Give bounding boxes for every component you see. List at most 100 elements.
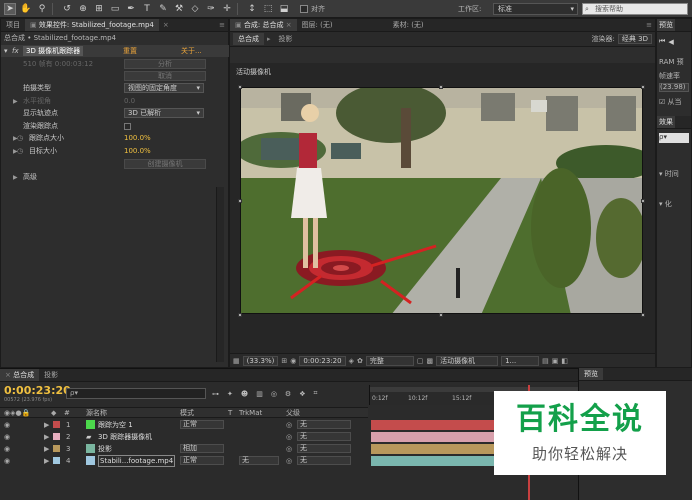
region-icon[interactable]: ▢	[417, 357, 424, 365]
close-icon[interactable]: ×	[286, 21, 292, 29]
axis-view-icon[interactable]: ⬓	[278, 3, 290, 15]
workspace-select[interactable]: 标准 ▾	[493, 3, 578, 15]
hand-tool-icon[interactable]: ✋	[20, 3, 32, 15]
label-color-swatch[interactable]	[53, 433, 60, 440]
blend-mode-select[interactable]: 正常	[180, 420, 224, 429]
label-color-swatch[interactable]	[53, 445, 60, 452]
axis-local-icon[interactable]: ↕	[246, 3, 258, 15]
tab-effect-controls[interactable]: ▣ 效果控件: Stabilized_footage.mp4	[25, 19, 159, 31]
shot-type-select[interactable]: 视图的固定角度 ▾	[124, 83, 204, 93]
transform-handle[interactable]	[439, 85, 443, 89]
text-tool-icon[interactable]: T	[141, 3, 153, 15]
reset-link[interactable]: 重置	[123, 46, 137, 56]
pickwhip-icon[interactable]: ◎	[286, 419, 292, 431]
transform-handle[interactable]	[641, 85, 645, 89]
show-track-select[interactable]: 3D 已解析 ▾	[124, 108, 204, 118]
chart-icon[interactable]: ⌗	[313, 389, 317, 398]
parent-select[interactable]: 无	[297, 432, 351, 441]
expand-triangle-icon[interactable]: ▶	[44, 455, 49, 467]
chevron-down-icon[interactable]: ▾	[4, 47, 8, 55]
shy-layers-icon[interactable]: ☻	[241, 390, 248, 398]
roto-brush-tool-icon[interactable]: ✑	[205, 3, 217, 15]
zoom-select[interactable]: (33.3%)	[242, 355, 279, 366]
zoom-tool-icon[interactable]: ⚲	[36, 3, 48, 15]
stopwatch-icon[interactable]: ◷	[17, 147, 23, 155]
composition-viewer[interactable]: 活动摄像机	[230, 63, 655, 353]
rectangle-tool-icon[interactable]: ▭	[109, 3, 121, 15]
transform-handle[interactable]	[641, 199, 645, 203]
visibility-eye-icon[interactable]: ◉	[4, 431, 10, 443]
layer-row[interactable]: ◉ ▶ 4 Stabili...footage.mp4 正常 无 ◎ 无	[0, 455, 368, 467]
layer-row[interactable]: ◉ ▶ 1 跟踪为空 1 正常 ◎ 无	[0, 419, 368, 431]
subtab-main-comp[interactable]: 总合成	[233, 33, 264, 45]
tab-layer[interactable]: 图层: (无)	[297, 19, 338, 31]
close-icon[interactable]: ×	[5, 371, 11, 379]
visibility-eye-icon[interactable]: ◉	[4, 455, 10, 467]
layer-row[interactable]: ◉ ▶ 3 投影 相加 ◎ 无	[0, 443, 368, 455]
brush-tool-icon[interactable]: ✎	[157, 3, 169, 15]
tab-preview[interactable]: 预览	[657, 19, 675, 31]
effect-header-row[interactable]: ▾ fx 3D 摄像机跟踪器 重置 关于...	[1, 45, 230, 57]
render-track-checkbox[interactable]	[124, 122, 131, 130]
tab-preview-bottom[interactable]: 预览	[579, 368, 603, 380]
subtab-shadow[interactable]: 投影	[274, 33, 298, 45]
eraser-tool-icon[interactable]: ◇	[189, 3, 201, 15]
visibility-eye-icon[interactable]: ◉	[4, 419, 10, 431]
safe-zones-icon[interactable]: ⊞	[281, 357, 287, 365]
grid-icon[interactable]: ▦	[233, 357, 240, 365]
pen-tool-icon[interactable]: ✒	[125, 3, 137, 15]
transform-handle[interactable]	[641, 313, 645, 317]
search-help-input[interactable]: ⌕ 搜索帮助	[582, 3, 688, 15]
blend-mode-select[interactable]: 正常	[180, 456, 224, 465]
pickwhip-icon[interactable]: ◎	[286, 431, 292, 443]
layer-name[interactable]: Stabili...footage.mp4	[98, 455, 176, 467]
cancel-button[interactable]: 取消	[124, 71, 206, 81]
layer-name[interactable]: 跟踪为空 1	[98, 419, 133, 431]
transform-handle[interactable]	[238, 313, 242, 317]
view-layout-select[interactable]: 1...	[501, 355, 540, 366]
effects-search-input[interactable]: ρ▾	[659, 133, 689, 143]
time-category[interactable]: ▾ 时间	[659, 169, 679, 179]
parent-select[interactable]: 无	[297, 444, 351, 453]
stopwatch-icon[interactable]: ◷	[17, 134, 23, 142]
puppet-tool-icon[interactable]: ✛	[221, 3, 233, 15]
layer-search-input[interactable]: ρ▾	[66, 388, 206, 399]
camera-snapshot-icon[interactable]: ◉	[290, 357, 296, 365]
effect-panel-scrollbar[interactable]	[216, 187, 224, 362]
transform-handle[interactable]	[238, 85, 242, 89]
tab-timeline-shadow[interactable]: 投影	[39, 369, 63, 381]
clone-tool-icon[interactable]: ⚒	[173, 3, 185, 15]
blend-mode-select[interactable]: 相加	[180, 444, 224, 453]
flowchart-icon[interactable]: ▣	[552, 357, 559, 365]
expand-triangle-icon[interactable]: ▶	[13, 174, 18, 181]
expand-triangle-icon[interactable]: ▶	[44, 431, 49, 443]
renderer-button[interactable]: 经典 3D	[617, 34, 652, 44]
transform-handle[interactable]	[439, 313, 443, 317]
parent-select[interactable]: 无	[297, 420, 351, 429]
expand-triangle-icon[interactable]: ▶	[13, 98, 18, 105]
pickwhip-icon[interactable]: ◎	[286, 455, 292, 467]
pan-behind-tool-icon[interactable]: ⊞	[93, 3, 105, 15]
transition-category[interactable]: ▾ 化	[659, 199, 672, 209]
create-camera-button[interactable]: 创建摄像机	[124, 159, 206, 169]
brainstorm-icon[interactable]: ❖	[299, 390, 305, 398]
framerate-field[interactable]: (23.98)	[659, 83, 689, 92]
align-checkbox[interactable]	[300, 4, 308, 13]
tab-project[interactable]: 项目	[1, 19, 25, 31]
frame-blending-icon[interactable]: ▥	[256, 390, 263, 398]
draft-3d-icon[interactable]: ✦	[227, 390, 233, 398]
camera-tool-icon[interactable]: ⊕	[77, 3, 89, 15]
view-camera-select[interactable]: 活动摄像机	[436, 355, 499, 366]
layer-name[interactable]: 3D 跟踪器摄像机	[98, 431, 152, 443]
panel-menu-icon[interactable]: ≡	[646, 21, 652, 29]
comp-mini-flowchart-icon[interactable]: ⊶	[212, 390, 219, 398]
tab-effects-presets[interactable]: 效果	[657, 116, 675, 128]
video-frame[interactable]	[240, 87, 643, 314]
track-size-value[interactable]: 100.0%	[124, 134, 151, 142]
label-color-swatch[interactable]	[53, 457, 60, 464]
first-frame-icon[interactable]: ⏮	[659, 37, 665, 46]
fast-preview-icon[interactable]: ◧	[561, 357, 568, 365]
color-channel-icon[interactable]: ✿	[357, 357, 363, 365]
about-link[interactable]: 关于...	[181, 46, 202, 56]
effect-name[interactable]: 3D 摄像机跟踪器	[23, 46, 84, 56]
